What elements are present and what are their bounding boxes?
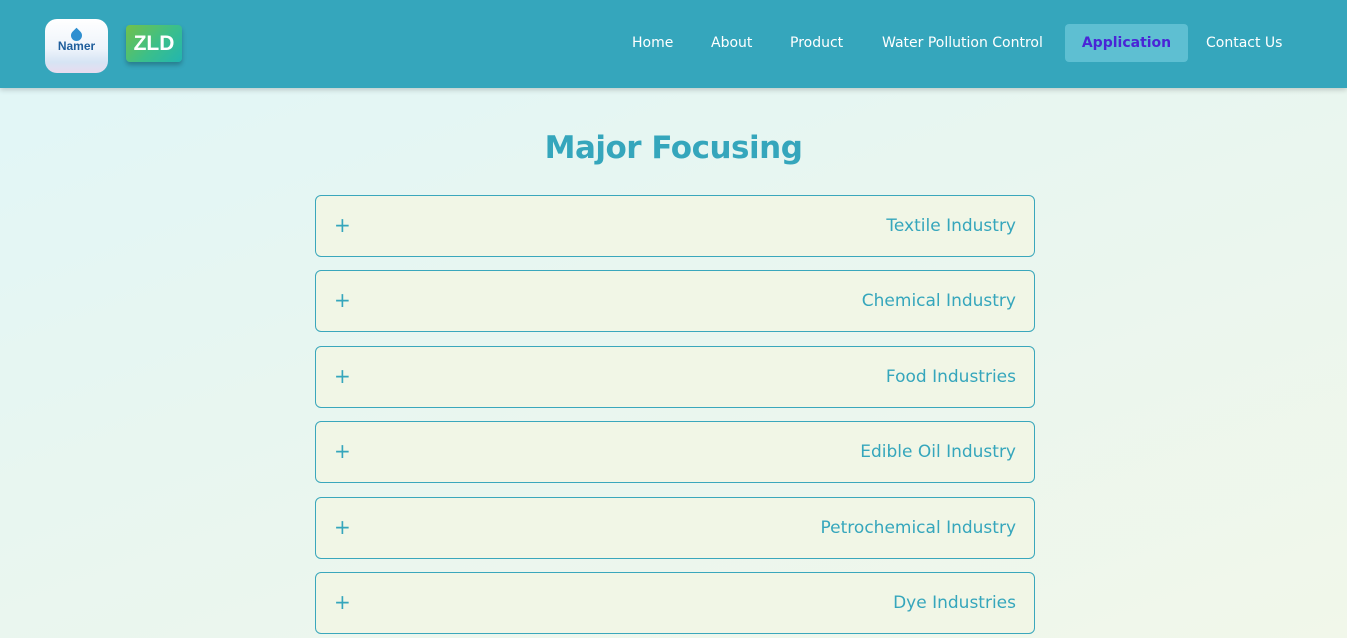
plus-icon[interactable]: + [334,422,351,482]
accordion-item-textile-industry[interactable]: + Textile Industry [315,195,1035,257]
nav-about[interactable]: About [711,24,752,62]
accordion-item-label: Textile Industry [886,216,1016,236]
accordion-item-label: Edible Oil Industry [860,442,1016,462]
namer-logo-text: Namer [57,39,96,53]
namer-logo[interactable]: Namer [45,19,108,73]
accordion-item-food-industries[interactable]: + Food Industries [315,346,1035,408]
accordion-item-label: Food Industries [885,367,1016,387]
plus-icon[interactable]: + [334,498,351,558]
accordion-item-label: Petrochemical Industry [820,518,1016,538]
page-title: Major Focusing [544,130,803,166]
nav-contact-us[interactable]: Contact Us [1206,24,1282,62]
nav-water-pollution-control[interactable]: Water Pollution Control [882,24,1043,62]
plus-icon[interactable]: + [334,271,351,331]
navbar: Namer ZLD Home About Product Water Pollu… [0,0,1347,88]
nav-application[interactable]: Application [1065,24,1188,62]
accordion-item-edible-oil-industry[interactable]: + Edible Oil Industry [315,421,1035,483]
zld-logo[interactable]: ZLD [126,25,182,62]
accordion-item-dye-industries[interactable]: + Dye Industries [315,572,1035,634]
accordion-item-label: Chemical Industry [861,291,1016,311]
accordion-item-chemical-industry[interactable]: + Chemical Industry [315,270,1035,332]
nav-product[interactable]: Product [790,24,843,62]
plus-icon[interactable]: + [334,196,351,256]
plus-icon[interactable]: + [334,573,351,633]
nav-home[interactable]: Home [632,24,673,62]
plus-icon[interactable]: + [334,347,351,407]
accordion-item-petrochemical-industry[interactable]: + Petrochemical Industry [315,497,1035,559]
accordion-item-label: Dye Industries [893,593,1016,613]
